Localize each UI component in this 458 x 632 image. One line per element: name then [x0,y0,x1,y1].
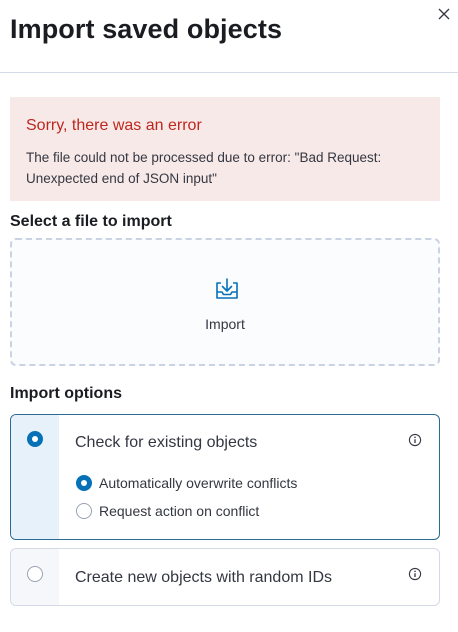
close-icon[interactable] [438,8,450,20]
info-icon[interactable] [408,433,422,447]
close-button[interactable] [434,4,454,24]
request-action-label: Request action on conflict [99,503,260,519]
info-icon[interactable] [408,567,422,581]
option-random-ids-label: Create new objects with random IDs [75,569,332,586]
option-check-existing-label: Check for existing objects [75,434,258,451]
radio-request-action[interactable] [76,503,92,519]
option-check-existing[interactable]: Check for existing objects Automatically… [10,414,440,540]
page-title: Import saved objects [10,14,283,44]
import-icon [216,278,238,299]
import-button-label: Import [205,316,245,332]
overwrite-conflicts-label: Automatically overwrite conflicts [99,475,298,491]
file-picker-label: Select a file to import [10,213,172,230]
error-title: Sorry, there was an error [26,117,202,134]
radio-overwrite-conflicts[interactable] [76,475,92,491]
file-picker-dropzone[interactable]: Import [10,238,440,366]
error-callout: Sorry, there was an error The file could… [10,97,440,201]
error-message: The file could not be processed due to e… [26,150,382,186]
flyout-header: Import saved objects [0,0,458,73]
radio-check-existing[interactable] [27,431,43,447]
option-random-ids[interactable]: Create new objects with random IDs [10,548,440,606]
radio-random-ids[interactable] [27,566,43,582]
import-options-label: Import options [10,385,122,402]
